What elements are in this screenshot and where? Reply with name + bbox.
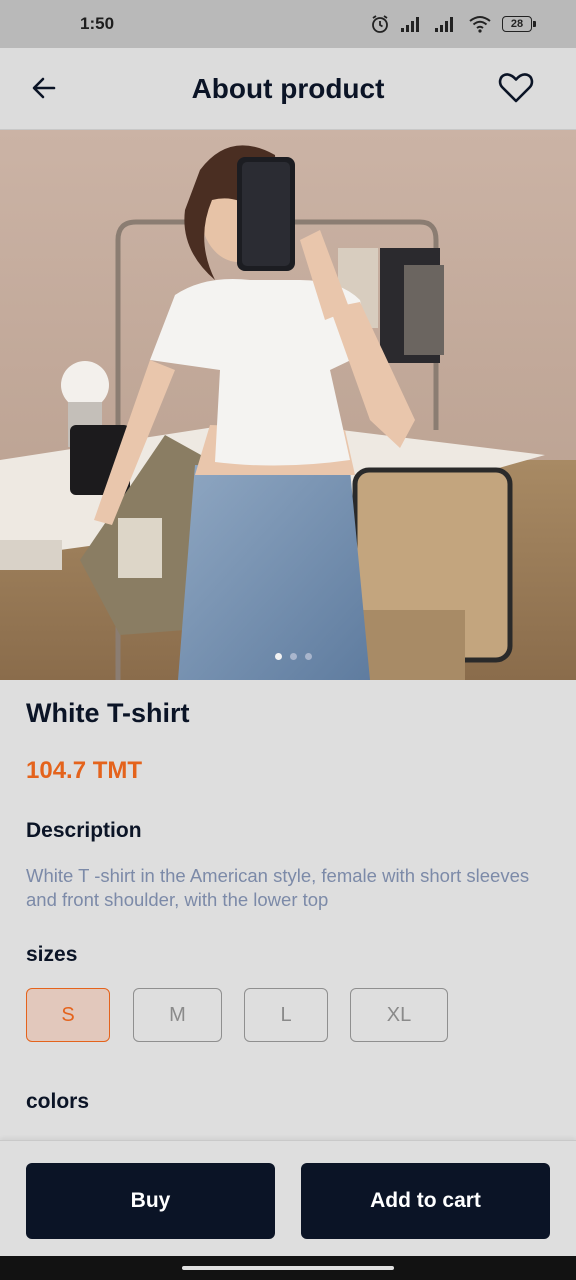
status-bar: 1:50 28 — [0, 0, 576, 48]
gallery-pagination — [258, 641, 328, 671]
wifi-icon — [468, 15, 492, 33]
add-to-cart-button[interactable]: Add to cart — [301, 1163, 550, 1239]
arrow-left-icon — [30, 74, 58, 107]
status-time: 1:50 — [80, 14, 115, 33]
signal-icon — [434, 15, 458, 33]
back-button[interactable] — [26, 72, 62, 108]
alarm-icon — [370, 14, 390, 34]
heart-outline-icon — [498, 72, 534, 109]
product-name: White T-shirt — [26, 698, 190, 728]
buy-button[interactable]: Buy — [26, 1163, 275, 1239]
size-option-l[interactable]: L — [244, 988, 328, 1042]
system-navigation-bar — [0, 1256, 576, 1280]
gallery-dot[interactable] — [289, 652, 297, 660]
bottom-action-bar: Buy Add to cart — [0, 1140, 576, 1256]
page-title: About product — [191, 72, 385, 104]
product-photo — [0, 130, 576, 680]
size-option-m[interactable]: M — [133, 988, 222, 1042]
status-icons: 28 — [370, 14, 536, 34]
description-label: Description — [26, 819, 142, 842]
favorite-button[interactable] — [496, 70, 536, 110]
app-bar: About product — [0, 48, 576, 130]
sizes-label: sizes — [26, 943, 78, 966]
gallery-dot[interactable] — [304, 652, 312, 660]
home-indicator[interactable] — [182, 1266, 394, 1270]
size-option-s[interactable]: S — [26, 988, 110, 1042]
gallery-dot[interactable] — [274, 652, 282, 660]
description-text: White T -shirt in the American style, fe… — [26, 865, 530, 910]
product-price: 104.7 TMT — [26, 757, 143, 784]
battery-icon: 28 — [502, 16, 536, 32]
signal-icon — [400, 15, 424, 33]
size-option-xl[interactable]: XL — [350, 988, 448, 1042]
colors-label: colors — [26, 1090, 90, 1113]
product-image-gallery[interactable] — [0, 130, 576, 680]
battery-level: 28 — [502, 16, 532, 32]
